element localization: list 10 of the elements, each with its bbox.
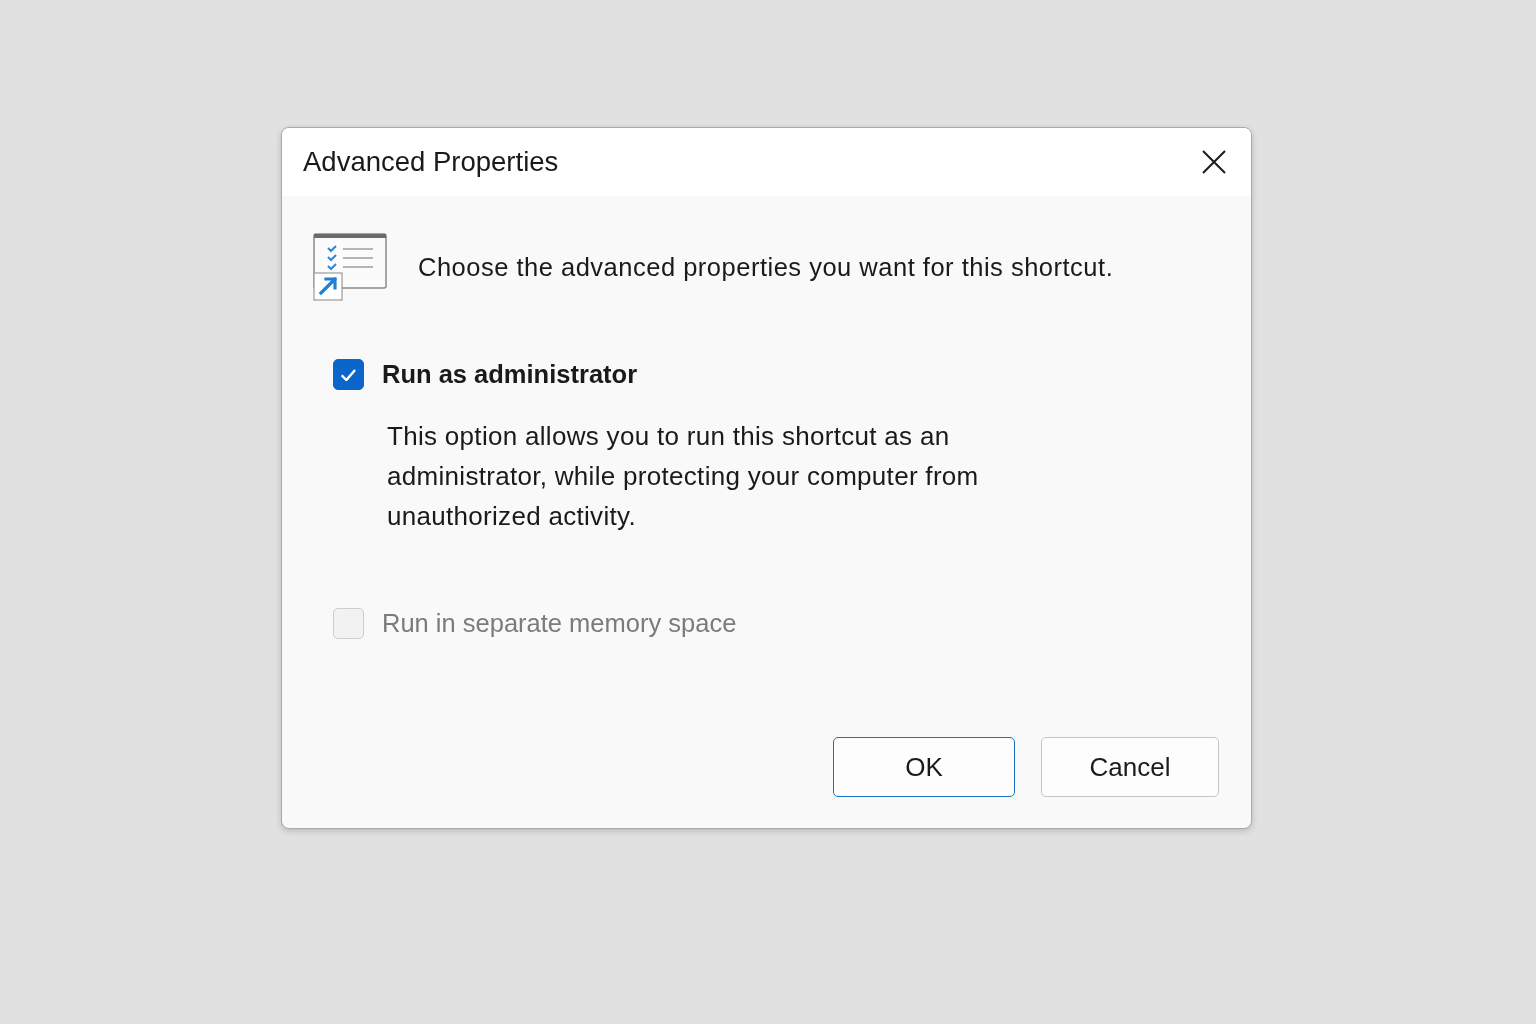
intro-text: Choose the advanced properties you want for this shortcut. — [418, 252, 1114, 282]
close-icon[interactable] — [1202, 150, 1226, 174]
option-description: This option allows you to run this shortcut as an administrator, while protecting your computer from unauthorized activity. — [387, 420, 980, 533]
checkbox[interactable] — [333, 359, 364, 390]
checkmark-icon — [341, 368, 356, 381]
checkbox-label[interactable]: Run as administrator — [382, 360, 638, 389]
default-button[interactable]: OK — [833, 737, 1015, 797]
checklist-window-icon — [313, 233, 387, 301]
dialog-button[interactable]: Cancel — [1041, 737, 1219, 797]
window-title: Advanced Properties — [303, 146, 559, 178]
